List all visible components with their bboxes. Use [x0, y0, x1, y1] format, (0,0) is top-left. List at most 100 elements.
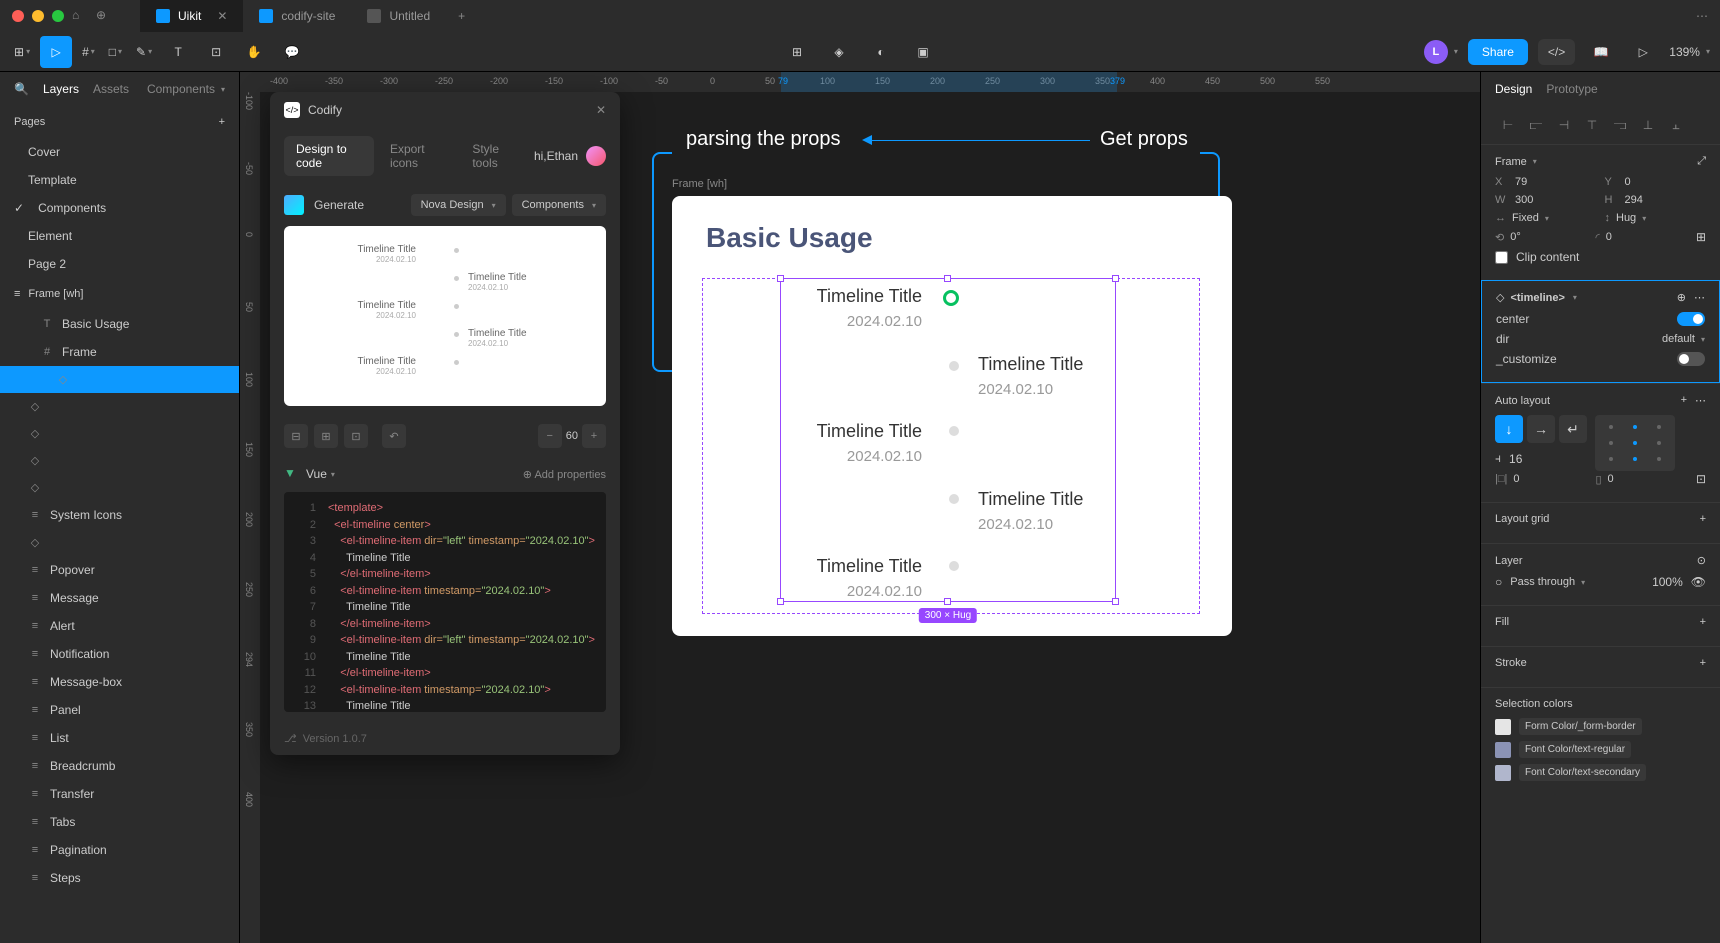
framework-dropdown[interactable]: Nova Design▾ — [411, 194, 506, 216]
layer-item[interactable]: ≡Tabs — [0, 808, 239, 836]
direction-vertical[interactable]: ↓ — [1495, 415, 1523, 443]
tab-codify-site[interactable]: codify-site — [243, 0, 351, 32]
color-row[interactable]: Font Color/text-secondary — [1495, 764, 1706, 781]
maximize-dot[interactable] — [52, 10, 64, 22]
layer-item[interactable]: ≡Breadcrumb — [0, 752, 239, 780]
tab-design-to-code[interactable]: Design to code — [284, 136, 374, 176]
center-toggle[interactable] — [1677, 312, 1705, 326]
close-dot[interactable] — [12, 10, 24, 22]
align-top-icon[interactable]: ⊤ — [1579, 112, 1605, 138]
minimize-dot[interactable] — [32, 10, 44, 22]
layer-item[interactable]: ≡Panel — [0, 696, 239, 724]
clip-content-checkbox[interactable]: Clip content — [1495, 250, 1579, 264]
direction-horizontal[interactable]: → — [1527, 415, 1555, 443]
boolean-icon[interactable]: ▣ — [907, 36, 939, 68]
padding-detail-icon[interactable]: ⊡ — [1696, 472, 1706, 486]
alignment-grid[interactable] — [1595, 415, 1675, 471]
menu-button[interactable]: ⊞▾ — [10, 45, 34, 59]
direction-wrap[interactable]: ↵ — [1559, 415, 1587, 443]
layer-item[interactable]: ≡Message-box — [0, 668, 239, 696]
canvas[interactable]: -400-350-300-250-200-150-100-50050100150… — [240, 72, 1480, 943]
design-tab[interactable]: Design — [1495, 82, 1532, 96]
comment-tool[interactable]: 💬 — [276, 36, 308, 68]
tab-uikit[interactable]: Uikit✕ — [140, 0, 243, 32]
target-dropdown[interactable]: Components▾ — [512, 194, 606, 216]
zoom-in[interactable]: + — [582, 424, 606, 448]
customize-toggle[interactable] — [1677, 352, 1705, 366]
search-icon[interactable]: 🔍 — [14, 82, 29, 96]
hand-tool[interactable]: ✋ — [238, 36, 270, 68]
page-cover[interactable]: Cover — [0, 138, 239, 166]
library-icon[interactable]: 📖 — [1585, 36, 1617, 68]
code-block[interactable]: 1<template> 2 <el-timeline center> 3 <el… — [284, 492, 606, 712]
globe-icon[interactable]: ⊕ — [96, 8, 112, 24]
resources-tool[interactable]: ⊡ — [200, 36, 232, 68]
layer-item[interactable]: ≡Pagination — [0, 836, 239, 864]
user-avatar[interactable]: L▾ — [1424, 40, 1458, 64]
visibility-icon[interactable]: 👁 — [1691, 575, 1706, 589]
autolayout-more-icon[interactable]: ⋯ — [1695, 394, 1706, 407]
color-row[interactable]: Font Color/text-regular — [1495, 741, 1706, 758]
zoom-out[interactable]: − — [538, 424, 562, 448]
layer-item[interactable]: ◇ — [0, 420, 239, 447]
detach-icon[interactable]: ⊕ — [1677, 291, 1686, 304]
layer-item[interactable]: ≡Popover — [0, 556, 239, 584]
layer-item[interactable]: ◇ — [0, 447, 239, 474]
layer-item[interactable]: #Frame — [0, 338, 239, 366]
undo-icon[interactable]: ↶ — [382, 424, 406, 448]
text-tool[interactable]: T — [162, 36, 194, 68]
layout-btn-2[interactable]: ⊞ — [314, 424, 338, 448]
layer-item[interactable]: ◇ — [0, 366, 239, 393]
frame-header[interactable]: ≡Frame [wh] — [0, 278, 239, 310]
layer-item[interactable]: ≡Notification — [0, 640, 239, 668]
add-properties-button[interactable]: ⊕ Add properties — [523, 468, 606, 481]
components-dropdown[interactable]: Components▾ — [147, 82, 225, 96]
snap-icon[interactable]: ◈ — [823, 36, 855, 68]
layer-item[interactable]: ≡List — [0, 724, 239, 752]
dir-dropdown[interactable]: default▾ — [1662, 333, 1705, 345]
align-hcenter-icon[interactable]: ⫍ — [1523, 112, 1549, 138]
layout-btn-3[interactable]: ⊡ — [344, 424, 368, 448]
page-page2[interactable]: Page 2 — [0, 250, 239, 278]
layer-item[interactable]: ◇ — [0, 474, 239, 501]
align-vcenter-icon[interactable]: ⫎ — [1607, 112, 1633, 138]
dev-mode-button[interactable]: </> — [1538, 39, 1575, 65]
pad-v-input[interactable]: 0 — [1608, 473, 1614, 485]
tab-untitled[interactable]: Untitled — [351, 0, 446, 32]
color-row[interactable]: Form Color/_form-border — [1495, 718, 1706, 735]
tab-export-icons[interactable]: Export icons — [378, 136, 456, 176]
add-stroke-icon[interactable]: + — [1700, 657, 1706, 669]
pad-h-input[interactable]: 0 — [1513, 473, 1519, 485]
add-grid-icon[interactable]: + — [1700, 513, 1706, 525]
frame-tool[interactable]: #▾ — [78, 45, 99, 59]
home-icon[interactable]: ⌂ — [72, 8, 88, 24]
assets-tab[interactable]: Assets — [93, 82, 129, 96]
align-right-icon[interactable]: ⊣ — [1551, 112, 1577, 138]
zoom-level[interactable]: 139%▾ — [1669, 45, 1710, 59]
align-left-icon[interactable]: ⊢ — [1495, 112, 1521, 138]
page-components[interactable]: ✓Components — [0, 194, 239, 222]
move-tool[interactable]: ▷ — [40, 36, 72, 68]
layer-item[interactable]: ≡Message — [0, 584, 239, 612]
share-button[interactable]: Share — [1468, 39, 1528, 65]
h-constraint[interactable]: Fixed▾ — [1512, 212, 1549, 224]
grid-icon[interactable]: ⊞ — [781, 36, 813, 68]
mask-icon[interactable]: ◐ — [865, 36, 897, 68]
shape-tool[interactable]: □▾ — [105, 45, 126, 59]
layer-item[interactable]: ≡Alert — [0, 612, 239, 640]
blend-mode-dropdown[interactable]: Pass through▾ — [1510, 576, 1585, 588]
layer-item[interactable]: ◇ — [0, 529, 239, 556]
add-page-icon[interactable]: + — [219, 116, 225, 128]
v-constraint[interactable]: Hug▾ — [1616, 212, 1646, 224]
layout-btn-1[interactable]: ⊟ — [284, 424, 308, 448]
distribute-icon[interactable]: ⫠ — [1663, 112, 1689, 138]
layer-item[interactable]: ≡Transfer — [0, 780, 239, 808]
align-bottom-icon[interactable]: ⊥ — [1635, 112, 1661, 138]
present-icon[interactable]: ▷ — [1627, 36, 1659, 68]
pages-header[interactable]: Pages+ — [0, 106, 239, 138]
close-icon[interactable]: ✕ — [596, 103, 606, 117]
more-icon[interactable]: ⋯ — [1696, 9, 1708, 23]
layer-item[interactable]: TBasic Usage — [0, 310, 239, 338]
more-icon[interactable]: ⋯ — [1694, 291, 1705, 304]
frame-main[interactable]: Frame [wh] Basic Usage 300 × Hug Timelin… — [672, 196, 1232, 636]
